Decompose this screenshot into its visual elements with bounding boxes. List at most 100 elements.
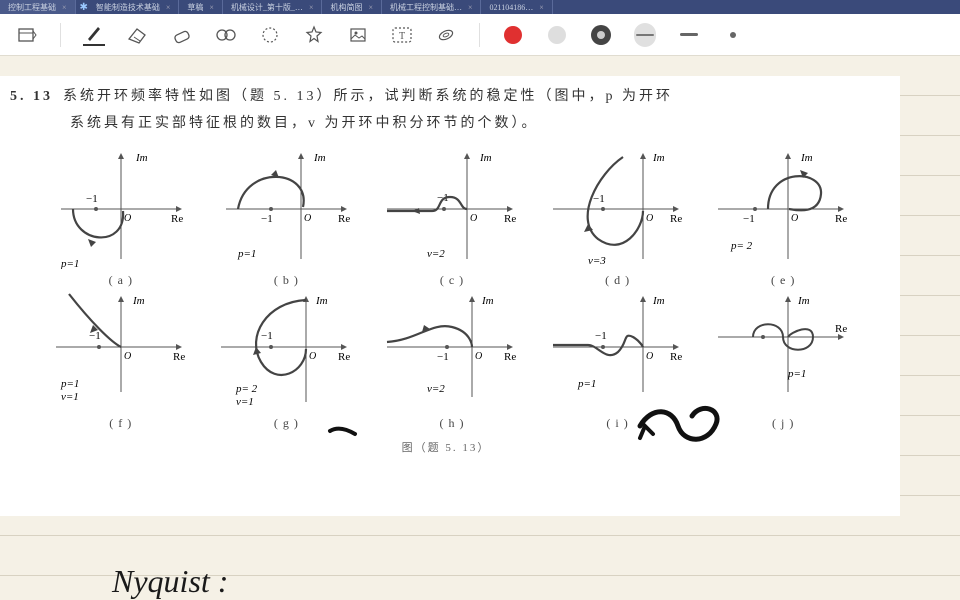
- subfig-b: Im Re O −1 p=1 ( b ): [208, 149, 366, 288]
- svg-text:Im: Im: [652, 295, 665, 307]
- tab-label: 021104186…: [489, 3, 533, 12]
- nyquist-plot-c: Im Re O −1 v=2: [382, 149, 522, 269]
- pen-tool-icon[interactable]: [83, 24, 105, 46]
- svg-text:O: O: [646, 351, 653, 362]
- tab-close-icon[interactable]: ×: [209, 3, 214, 12]
- page-tool-icon[interactable]: [16, 24, 38, 46]
- color-black-icon[interactable]: [546, 24, 568, 46]
- svg-text:−1: −1: [595, 330, 607, 342]
- subfig-caption: ( j ): [772, 416, 794, 431]
- tab-item[interactable]: 机构简图 ×: [322, 0, 382, 14]
- bluetooth-icon: ✱: [80, 2, 88, 13]
- svg-text:−1: −1: [743, 213, 755, 225]
- subfig-e: Im Re O −1 p= 2 ( e ): [704, 149, 862, 288]
- tab-close-icon[interactable]: ×: [309, 3, 314, 12]
- svg-text:−1: −1: [437, 351, 449, 363]
- nyquist-plot-a: Im Re O −1 p=1: [51, 149, 191, 269]
- svg-text:O: O: [124, 213, 131, 224]
- svg-text:O: O: [124, 351, 131, 362]
- svg-text:p= 2: p= 2: [235, 383, 258, 395]
- nyquist-plot-j: Im Re p=1: [713, 292, 853, 412]
- svg-text:v=1: v=1: [61, 391, 79, 403]
- svg-text:Re: Re: [171, 213, 183, 225]
- subfig-caption: ( i ): [606, 416, 628, 431]
- tab-item[interactable]: 021104186… ×: [481, 0, 552, 14]
- svg-text:p=1: p=1: [577, 378, 596, 390]
- subfig-h: Im Re O −1 v=2 ( h ): [373, 292, 531, 431]
- svg-text:Re: Re: [338, 351, 350, 363]
- svg-text:O: O: [304, 213, 311, 224]
- tab-item[interactable]: 草稿 ×: [179, 0, 223, 14]
- shape-star-icon[interactable]: [303, 24, 325, 46]
- tab-item[interactable]: 控制工程基础 ×: [0, 0, 76, 14]
- tab-close-icon[interactable]: ×: [166, 3, 171, 12]
- svg-text:Im: Im: [481, 295, 494, 307]
- nyquist-plot-f: Im Re O −1 p=1 v=1: [51, 292, 191, 412]
- eraser-icon[interactable]: [171, 24, 193, 46]
- stroke-dot-icon[interactable]: [722, 24, 744, 46]
- svg-text:Im: Im: [797, 295, 810, 307]
- record-color-red-icon[interactable]: [502, 24, 524, 46]
- cut-eraser-icon[interactable]: [127, 24, 149, 46]
- tab-close-icon[interactable]: ×: [539, 3, 544, 12]
- svg-text:Re: Re: [338, 213, 350, 225]
- svg-text:−1: −1: [261, 213, 273, 225]
- svg-text:−1: −1: [261, 330, 273, 342]
- svg-text:O: O: [646, 213, 653, 224]
- subfig-i: Im Re O −1 p=1 ( i ): [539, 292, 697, 431]
- nyquist-figures-grid: Im Re O −1 p=1 ( a ) Im Re: [6, 149, 886, 431]
- svg-text:Re: Re: [835, 213, 847, 225]
- nyquist-plot-h: Im Re O −1 v=2: [382, 292, 522, 412]
- selection-dashed-icon[interactable]: [259, 24, 281, 46]
- subfig-caption: ( b ): [274, 273, 299, 288]
- problem-line1: 系统开环频率特性如图（题 5. 13）所示，试判断系统的稳定性（图中，p 为开环: [63, 89, 673, 104]
- toolbar-divider: [60, 23, 61, 47]
- svg-text:p= 2: p= 2: [730, 240, 753, 252]
- tab-close-icon[interactable]: ×: [468, 3, 473, 12]
- svg-text:p=1: p=1: [237, 248, 256, 260]
- tab-close-icon[interactable]: ×: [368, 3, 373, 12]
- image-tool-icon[interactable]: [347, 24, 369, 46]
- tab-label: 控制工程基础: [8, 2, 56, 13]
- nyquist-plot-b: Im Re O −1 p=1: [216, 149, 356, 269]
- subfig-caption: ( a ): [109, 273, 133, 288]
- stroke-med-icon[interactable]: [678, 24, 700, 46]
- tab-item[interactable]: 智能制造技术基础 ×: [88, 0, 180, 14]
- tab-label: 智能制造技术基础: [96, 2, 160, 13]
- svg-text:Im: Im: [315, 295, 328, 307]
- tab-label: 机构简图: [330, 2, 362, 13]
- subfig-f: Im Re O −1 p=1 v=1 ( f ): [42, 292, 200, 431]
- notebook-canvas[interactable]: 5. 13 系统开环频率特性如图（题 5. 13）所示，试判断系统的稳定性（图中，…: [0, 56, 960, 600]
- tab-label: 机械设计_第十版_…: [231, 2, 303, 13]
- tab-close-icon[interactable]: ×: [62, 3, 67, 12]
- subfig-a: Im Re O −1 p=1 ( a ): [42, 149, 200, 288]
- tape-tool-icon[interactable]: [435, 24, 457, 46]
- svg-text:T: T: [399, 31, 405, 42]
- tab-item[interactable]: 机械设计_第十版_… ×: [223, 0, 323, 14]
- tab-item[interactable]: 机械工程控制基础… ×: [382, 0, 482, 14]
- svg-text:−1: −1: [86, 193, 98, 205]
- svg-text:v=2: v=2: [427, 383, 445, 395]
- nyquist-plot-e: Im Re O −1 p= 2: [713, 149, 853, 269]
- svg-text:Re: Re: [173, 351, 185, 363]
- text-tool-icon[interactable]: T: [391, 24, 413, 46]
- svg-text:Im: Im: [132, 295, 145, 307]
- svg-text:v=1: v=1: [236, 396, 254, 408]
- svg-text:v=3: v=3: [588, 255, 606, 267]
- svg-text:v=2: v=2: [427, 248, 445, 260]
- subfig-caption: ( d ): [605, 273, 630, 288]
- stroke-thin-icon[interactable]: [634, 24, 656, 46]
- color-ring-icon[interactable]: [590, 24, 612, 46]
- svg-text:p=1: p=1: [60, 378, 79, 390]
- tab-label: 机械工程控制基础…: [390, 2, 462, 13]
- nyquist-plot-i: Im Re O −1 p=1: [548, 292, 688, 412]
- svg-text:O: O: [309, 351, 316, 362]
- lasso-link-icon[interactable]: [215, 24, 237, 46]
- svg-text:Im: Im: [313, 152, 326, 164]
- svg-text:Re: Re: [670, 213, 682, 225]
- svg-text:Im: Im: [135, 152, 148, 164]
- subfig-g: Im Re O −1 p= 2 v=1 ( g ): [208, 292, 366, 431]
- subfig-caption: ( c ): [440, 273, 464, 288]
- problem-number: 5. 13: [10, 89, 53, 104]
- nyquist-plot-d: Im Re O −1 v=3: [548, 149, 688, 269]
